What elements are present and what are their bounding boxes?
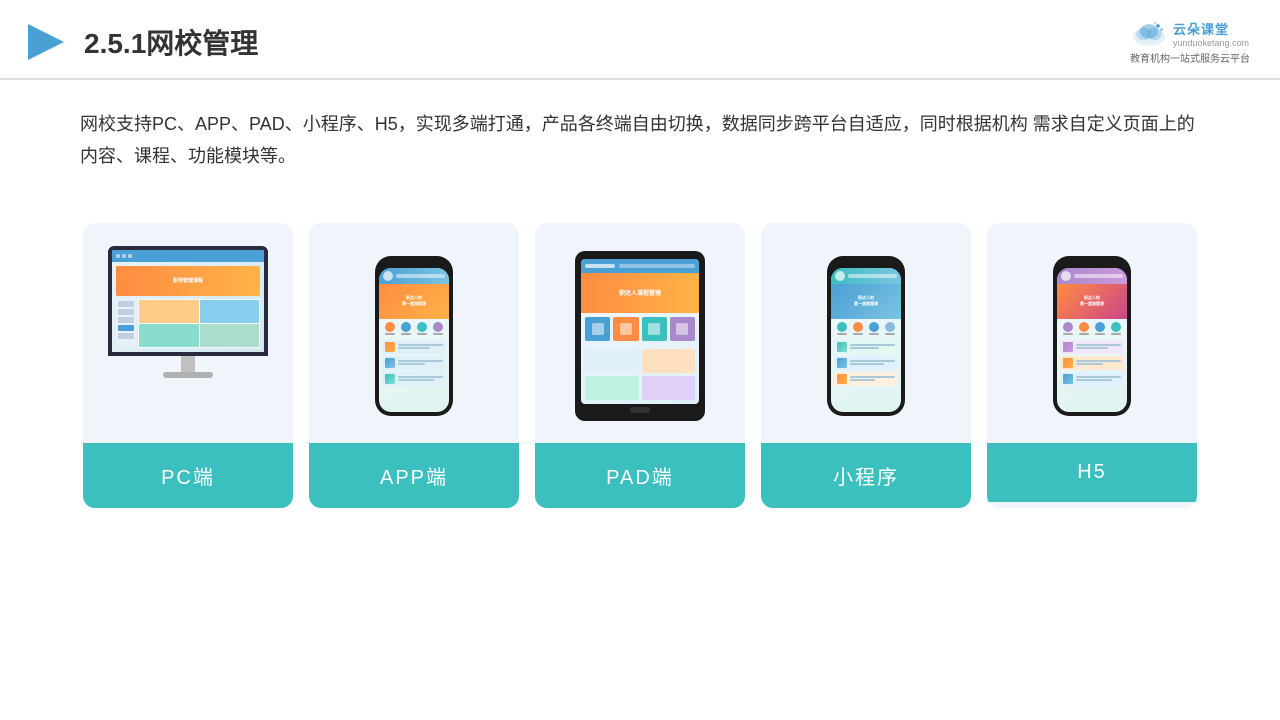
logo-area: 云朵课堂 yunduoketang.com 教育机构一站式服务云平台 [1130,19,1250,65]
card-app-image: 职达人的第一堂刚提课 [309,223,519,443]
card-pad: 职达人课程管理 [535,223,745,508]
card-pc: 职场管理课程 [83,223,293,508]
logo-text: 云朵课堂 [1173,19,1249,38]
app-phone-illustration: 职达人的第一堂刚提课 [375,256,453,416]
monitor-screen: 职场管理课程 [108,246,268,356]
brand-icon [20,18,68,66]
cloud-logo-icon [1131,20,1167,48]
cards-container: 职场管理课程 [0,193,1280,538]
card-mini: 职达人的第一堂刚提课 [761,223,971,508]
logo-cloud: 云朵课堂 yunduoketang.com [1131,19,1249,48]
mini-phone-illustration: 职达人的第一堂刚提课 [827,256,905,416]
page-title: 2.5.1网校管理 [84,22,258,62]
description-content: 网校支持PC、APP、PAD、小程序、H5，实现多端打通，产品各终端自由切换，数… [80,114,1195,166]
header-left: 2.5.1网校管理 [20,18,258,66]
card-h5-label: H5 [987,443,1197,502]
pc-monitor-illustration: 职场管理课程 [103,246,273,426]
card-pc-image: 职场管理课程 [83,223,293,443]
header: 2.5.1网校管理 云朵课堂 yunduoketang.com 教育机构一站式服… [0,0,1280,80]
tablet-illustration: 职达人课程管理 [575,251,705,421]
card-pad-image: 职达人课程管理 [535,223,745,443]
card-pc-label: PC端 [83,443,293,508]
logo-url: yunduoketang.com [1173,38,1249,48]
card-pad-label: PAD端 [535,443,745,508]
description-text: 网校支持PC、APP、PAD、小程序、H5，实现多端打通，产品各终端自由切换，数… [0,80,1280,183]
card-h5: 职达人的第一堂刚提课 [987,223,1197,508]
h5-phone-illustration: 职达人的第一堂刚提课 [1053,256,1131,416]
card-mini-label: 小程序 [761,443,971,508]
card-app: 职达人的第一堂刚提课 [309,223,519,508]
card-app-label: APP端 [309,443,519,508]
card-mini-image: 职达人的第一堂刚提课 [761,223,971,443]
card-h5-image: 职达人的第一堂刚提课 [987,223,1197,443]
logo-tagline: 教育机构一站式服务云平台 [1130,50,1250,65]
logo-name: 云朵课堂 yunduoketang.com [1173,19,1249,48]
